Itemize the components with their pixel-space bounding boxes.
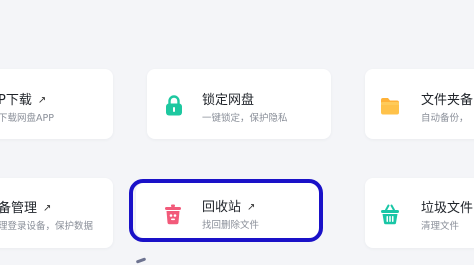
card-title: P下载 ↗: [0, 93, 46, 109]
card-device-management[interactable]: 备管理 ↗ 理登录设备，保护数据: [0, 178, 113, 248]
external-link-icon: ↗: [247, 202, 256, 213]
card-subtitle: 一键锁定，保护隐私: [202, 113, 288, 124]
card-app-download[interactable]: P下载 ↗ 下载网盘APP: [0, 69, 113, 139]
card-subtitle: 理登录设备，保护数据: [0, 221, 94, 232]
folder-icon: [381, 98, 399, 115]
card-recycle-bin[interactable]: 回收站 ↗ 找回删除文件: [136, 183, 319, 238]
card-title-text: 文件夹备: [421, 93, 474, 108]
card-title: 文件夹备: [421, 93, 473, 109]
card-title: 回收站 ↗: [202, 200, 255, 216]
card-junk-files[interactable]: 垃圾文件 清理文件: [365, 178, 474, 248]
card-title: 垃圾文件: [421, 201, 473, 217]
card-subtitle: 清理文件: [421, 221, 460, 232]
card-title-text: 备管理: [0, 201, 38, 216]
basket-icon: [381, 204, 399, 225]
card-title: 备管理 ↗: [0, 201, 51, 217]
card-title-text: P下载: [0, 93, 32, 108]
external-link-icon: ↗: [43, 203, 52, 214]
card-title-text: 回收站: [202, 200, 242, 215]
card-subtitle: 自动备份，: [421, 113, 469, 124]
card-subtitle: 找回删除文件: [202, 220, 260, 231]
card-folder-backup[interactable]: 文件夹备 自动备份，: [365, 69, 474, 139]
recycle-bin-icon: [165, 204, 181, 225]
card-title-text: 锁定网盘: [202, 93, 255, 108]
card-title-text: 垃圾文件: [421, 201, 474, 216]
external-link-icon: ↗: [37, 95, 47, 106]
card-subtitle: 下载网盘APP: [0, 113, 54, 124]
lock-icon: [166, 95, 182, 116]
card-title: 锁定网盘: [202, 93, 254, 109]
cursor-fragment: [135, 257, 147, 264]
card-lock-drive[interactable]: 锁定网盘 一键锁定，保护隐私: [147, 69, 331, 139]
